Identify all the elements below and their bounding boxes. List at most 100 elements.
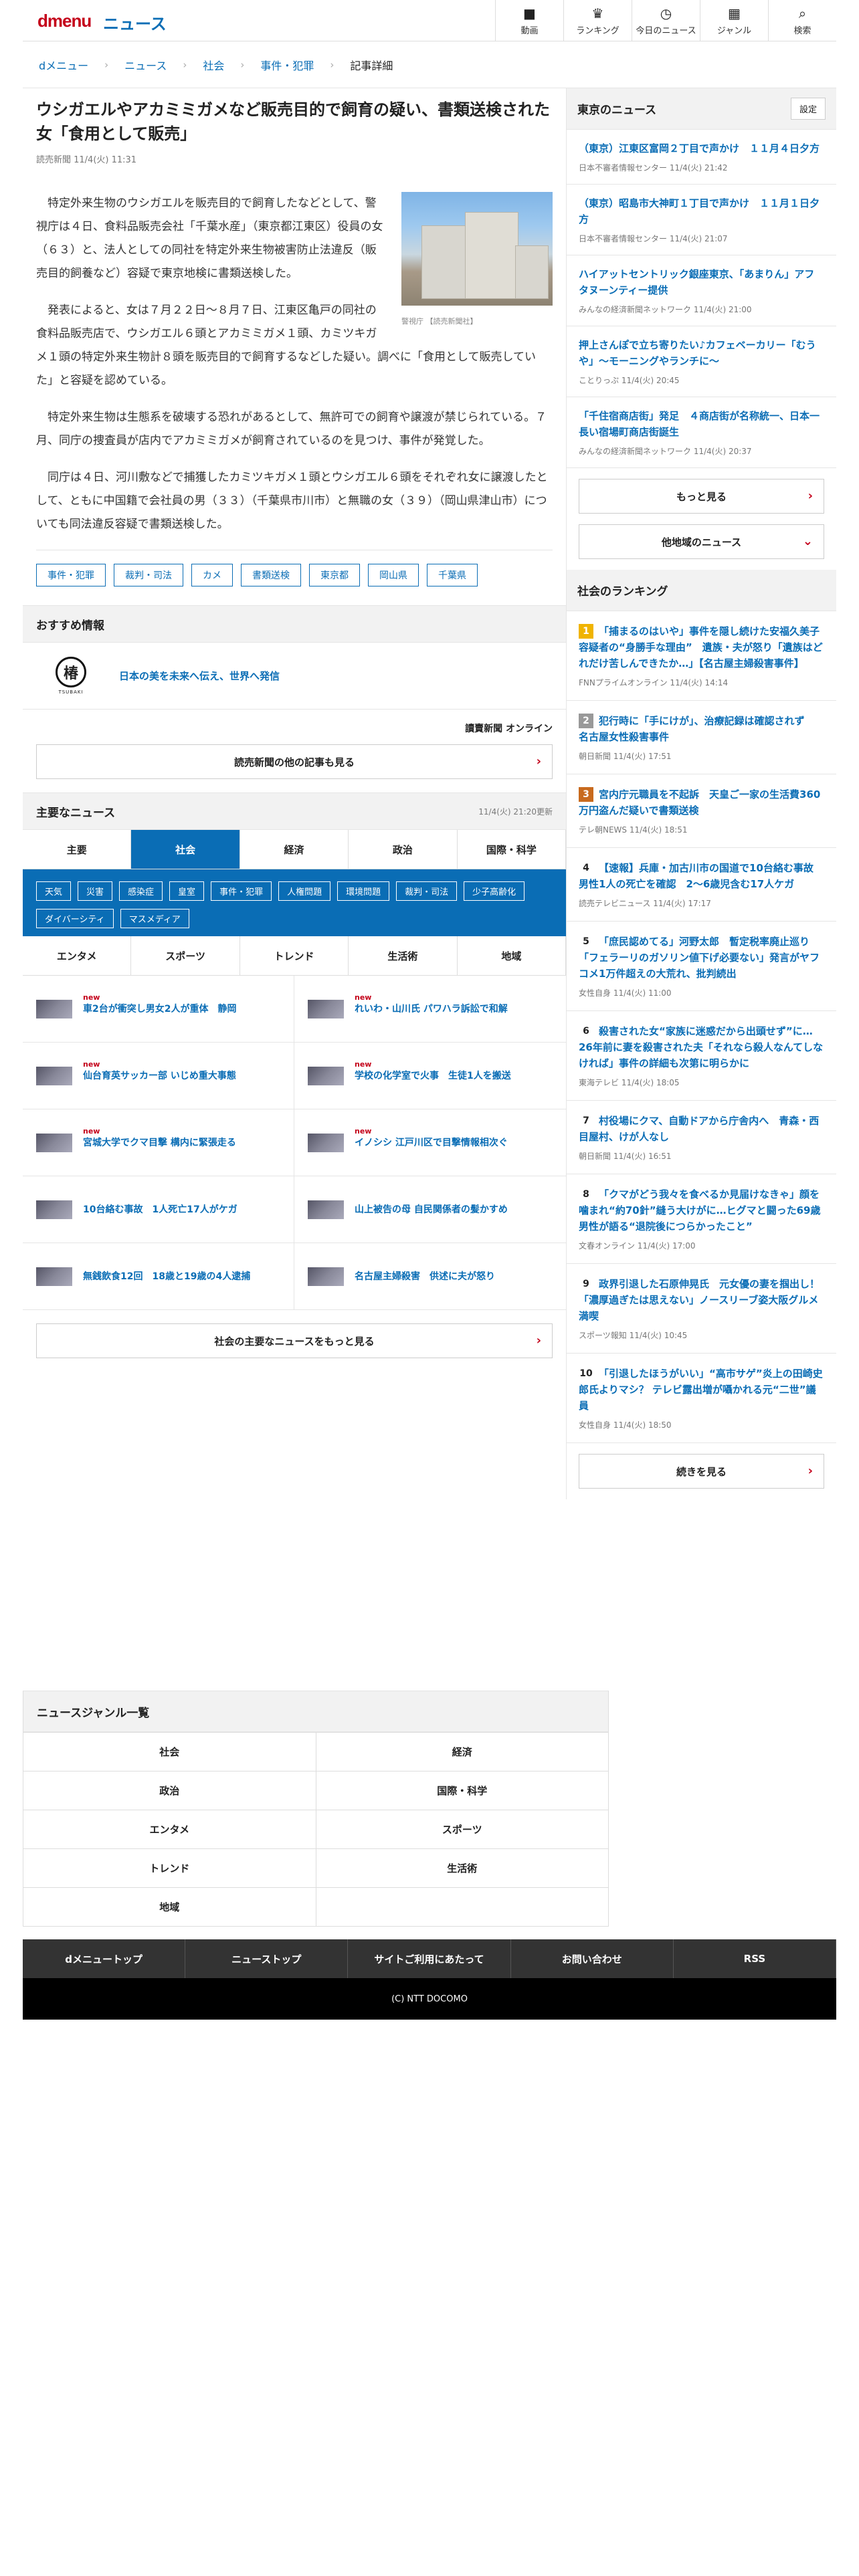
major-news-item[interactable]: new 宮城大学でクマ目撃 構内に緊張走る	[23, 1109, 294, 1176]
genre-link[interactable]: エンタメ	[23, 1810, 316, 1849]
major-subtab[interactable]: スポーツ	[131, 936, 240, 975]
major-news-item[interactable]: new 学校の化学室で火事 生徒1人を搬送	[294, 1043, 566, 1109]
yomiuri-logo: 讀賣新聞 オンライン	[465, 724, 553, 734]
major-subtab[interactable]: 地域	[458, 936, 567, 975]
news-thumbnail	[36, 999, 72, 1018]
topic-chip[interactable]: 災害	[78, 881, 113, 901]
major-news-item[interactable]: new イノシシ 江戸川区で目撃情報相次ぐ	[294, 1109, 566, 1176]
genre-link[interactable]: 生活術	[316, 1849, 609, 1888]
ranking-meta: FNNプライムオンライン 11/4(火) 14:14	[579, 678, 729, 687]
tag-link[interactable]: 東京都	[309, 564, 360, 586]
tokyo-news-item[interactable]: 「千住宿商店街」発足 ４商店街が名称統一、日本一長い宿場町商店街誕生 みんなの経済…	[567, 397, 836, 468]
other-region-button[interactable]: 他地域のニュース ⌄	[579, 524, 824, 559]
major-news-more-button[interactable]: 社会の主要なニュースをもっと見る ›	[36, 1323, 553, 1358]
ranking-text: 宮内庁元職員を不起訴 天皇ご一家の生活費360万円盗んだ疑いで書類送検	[579, 788, 821, 817]
ranking-title: 6 殺害された女“家族に迷惑だから出頭せず”に…26年前に妻を殺害された夫「それな…	[579, 1023, 824, 1071]
breadcrumb-item[interactable]: ニュース	[124, 57, 167, 73]
genre-link[interactable]: 国際・科学	[316, 1772, 609, 1810]
main-column: ウシガエルやアカミミガメなど販売目的で飼育の疑い、書類送検された女「食用として販…	[23, 88, 567, 1372]
genre-link[interactable]: スポーツ	[316, 1810, 609, 1849]
tokyo-more-button[interactable]: もっと見る ›	[579, 479, 824, 514]
topic-chip[interactable]: 裁判・司法	[396, 881, 458, 901]
ranking-item[interactable]: 2 犯行時に「手にけが」、治療記録は確認されず 名古屋女性殺害事件 朝日新聞 11/…	[567, 701, 836, 774]
header-nav-trophy[interactable]: ♛ ランキング	[563, 0, 632, 41]
tokyo-news-item[interactable]: （東京）昭島市大神町１丁目で声かけ １１月１日夕方 日本不審者情報センター 11/…	[567, 185, 836, 255]
ranking-title: 5 「庶民認めてる」河野太郎 暫定税率廃止巡り「フェラーリのガソリン値下げ必要ない…	[579, 934, 824, 982]
dmenu-logo[interactable]: dmenu	[37, 11, 92, 31]
topic-chip[interactable]: ダイバーシティ	[36, 909, 114, 928]
ranking-item[interactable]: 7 村役場にクマ、自動ドアから庁舎内へ 青森・西目屋村、けが人なし 朝日新聞 11/…	[567, 1101, 836, 1174]
ranking-item[interactable]: 6 殺害された女“家族に迷惑だから出頭せず”に…26年前に妻を殺害された夫「それな…	[567, 1011, 836, 1101]
topic-chip[interactable]: 事件・犯罪	[211, 881, 272, 901]
footer-link[interactable]: サイトご利用にあたって	[348, 1939, 511, 1978]
ranking-item[interactable]: 3 宮内庁元職員を不起訴 天皇ご一家の生活費360万円盗んだ疑いで書類送検 テレ朝N…	[567, 774, 836, 848]
ranking-item[interactable]: 4 【速報】兵庫・加古川市の国道で10台絡む事故 男性1人の死亡を確認 2～6歳児…	[567, 848, 836, 922]
tag-link[interactable]: カメ	[191, 564, 233, 586]
breadcrumb-item[interactable]: 事件・犯罪	[260, 57, 314, 73]
genre-link[interactable]: トレンド	[23, 1849, 316, 1888]
footer-link[interactable]: ニューストップ	[185, 1939, 349, 1978]
major-news-item[interactable]: new 車2台が衝突し男女2人が重体 静岡	[23, 976, 294, 1043]
genre-link[interactable]: 経済	[316, 1733, 609, 1772]
major-subtab[interactable]: トレンド	[240, 936, 349, 975]
topic-chip[interactable]: 人権問題	[278, 881, 331, 901]
breadcrumb-item[interactable]: 社会	[203, 57, 224, 73]
ranking-title: 4 【速報】兵庫・加古川市の国道で10台絡む事故 男性1人の死亡を確認 2～6歳児…	[579, 860, 824, 892]
header-nav-search[interactable]: ⌕ 検索	[768, 0, 836, 41]
news-section-link[interactable]: ニュース	[103, 11, 167, 34]
ranking-item[interactable]: 1 「捕まるのはいや」事件を隠し続けた安福久美子容疑者の“身勝手な理由” 遺族・夫…	[567, 611, 836, 701]
recommend-promo[interactable]: 椿 TSUBAKI 日本の美を未来へ伝え、世界へ発信	[23, 643, 566, 710]
news-title: 仙台育英サッカー部 いじめ重大事態	[83, 1070, 236, 1081]
topic-chip[interactable]: 少子高齢化	[464, 881, 525, 901]
ranking-item[interactable]: 9 政界引退した石原伸晃氏 元女優の妻を掴出し！「濃厚過ぎたは思えない」ノースリー…	[567, 1264, 836, 1354]
major-tab[interactable]: 主要	[23, 830, 132, 869]
header-nav-clock[interactable]: ◷ 今日のニュース	[632, 0, 700, 41]
major-tab[interactable]: 国際・科学	[458, 830, 567, 869]
tokyo-news-item[interactable]: 押上さんぽで立ち寄りたい♪カフェベーカリー「むうや」～モーニングやランチに～ こと…	[567, 326, 836, 397]
tag-link[interactable]: 岡山県	[368, 564, 419, 586]
tag-link[interactable]: 千葉県	[427, 564, 478, 586]
major-tab[interactable]: 政治	[349, 830, 458, 869]
clock-icon: ◷	[660, 5, 672, 21]
footer-link[interactable]: お問い合わせ	[511, 1939, 674, 1978]
article-photo[interactable]: 警視庁 【読売新聞社】	[401, 192, 553, 333]
ranking-meta: 女性自身 11/4(火) 18:50	[579, 1420, 672, 1430]
topic-chip[interactable]: マスメディア	[120, 909, 189, 928]
genre-link[interactable]: 社会	[23, 1733, 316, 1772]
major-news-item[interactable]: 10台絡む事故 1人死亡17人がケガ	[23, 1176, 294, 1243]
breadcrumb-item[interactable]: dメニュー	[39, 57, 88, 73]
topic-chip[interactable]: 天気	[36, 881, 72, 901]
major-news-item[interactable]: 無銭飲食12回 18歳と19歳の4人逮捕	[23, 1243, 294, 1310]
ranking-more-button[interactable]: 続きを見る ›	[579, 1454, 824, 1489]
tokyo-settings-button[interactable]: 設定	[790, 98, 826, 120]
yomiuri-more-button[interactable]: 読売新聞の他の記事も見る ›	[36, 744, 553, 779]
footer-link[interactable]: dメニュートップ	[23, 1939, 186, 1978]
tag-link[interactable]: 裁判・司法	[114, 564, 183, 586]
major-news-item[interactable]: 名古屋主婦殺害 供述に夫が怒り	[294, 1243, 566, 1310]
genre-link[interactable]: 地域	[23, 1888, 316, 1927]
major-tab[interactable]: 社会	[131, 830, 240, 869]
tag-link[interactable]: 事件・犯罪	[36, 564, 106, 586]
major-news-item[interactable]: new れいわ・山川氏 パワハラ訴訟で和解	[294, 976, 566, 1043]
topic-chip[interactable]: 環境問題	[337, 881, 390, 901]
tag-link[interactable]: 書類送検	[241, 564, 301, 586]
ranking-item[interactable]: 10 「引退したほうがいい」“高市サゲ”炎上の田崎史郎氏よりマシ？ テレビ露出増が…	[567, 1354, 836, 1443]
major-news-item[interactable]: 山上被告の母 自民関係者の髪かすめ	[294, 1176, 566, 1243]
major-news-item[interactable]: new 仙台育英サッカー部 いじめ重大事態	[23, 1043, 294, 1109]
major-tab[interactable]: 経済	[240, 830, 349, 869]
topic-chip[interactable]: 感染症	[119, 881, 163, 901]
major-subtab[interactable]: エンタメ	[23, 936, 132, 975]
genre-link[interactable]: 政治	[23, 1772, 316, 1810]
footer-link[interactable]: RSS	[674, 1939, 837, 1978]
ranking-item[interactable]: 5 「庶民認めてる」河野太郎 暫定税率廃止巡り「フェラーリのガソリン値下げ必要ない…	[567, 922, 836, 1011]
ranking-meta: テレ朝NEWS 11/4(火) 18:51	[579, 825, 688, 835]
header-nav-grid[interactable]: ▦ ジャンル	[700, 0, 768, 41]
tokyo-news-item[interactable]: ハイアットセントリック銀座東京、「あまりん」アフタヌーンティー提供 みんなの経済新…	[567, 255, 836, 326]
tokyo-news-item[interactable]: （東京）江東区富岡２丁目で声かけ １１月４日夕方 日本不審者情報センター 11/4…	[567, 130, 836, 185]
major-subtab[interactable]: 生活術	[349, 936, 458, 975]
header-nav-video[interactable]: ■ 動画	[495, 0, 563, 41]
ranking-item[interactable]: 8 「クマがどう我々を食べるか見届けなきゃ」顔を噛まれ“約70針”縫う大けがに…ヒ…	[567, 1174, 836, 1264]
topic-chip[interactable]: 皇室	[169, 881, 205, 901]
ranking-title: 7 村役場にクマ、自動ドアから庁舎内へ 青森・西目屋村、けが人なし	[579, 1113, 824, 1145]
rank-number: 10	[579, 1368, 593, 1379]
